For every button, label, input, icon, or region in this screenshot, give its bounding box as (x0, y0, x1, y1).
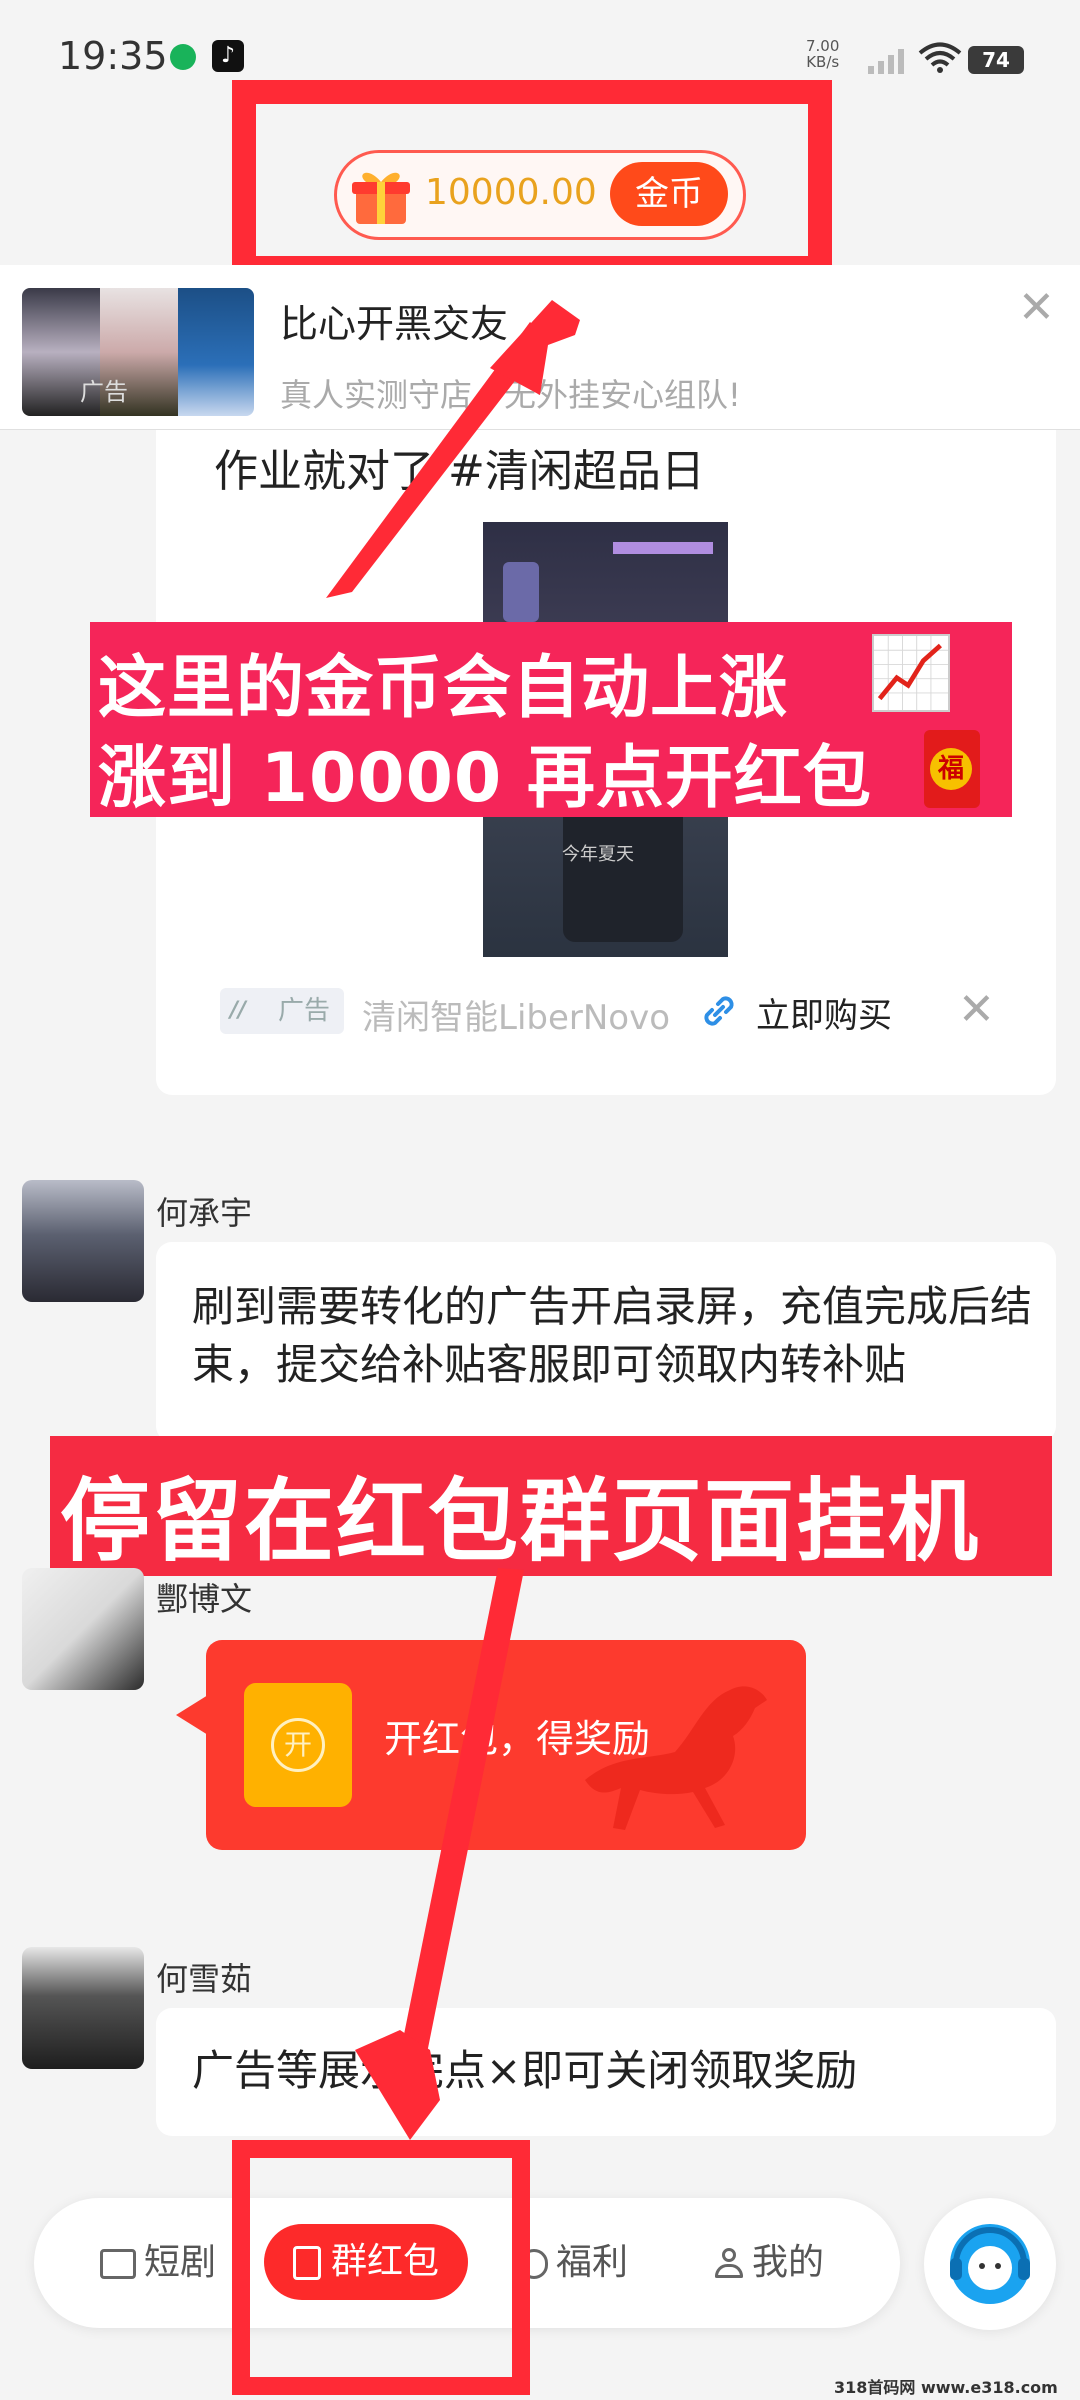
nav-label: 我的 (752, 2242, 825, 2283)
network-speed: 7.00 KB/s (806, 38, 839, 70)
network-speed-value: 7.00 (806, 37, 840, 55)
video-caption: 今年夏天 (562, 844, 634, 865)
tiktok-icon: ♪ (212, 40, 244, 72)
message-text: 广告等展示完点×即可关闭领取奖励 (192, 2046, 858, 2095)
feed-ad-text: 作业就对了 #清闲超品日 (214, 446, 705, 497)
status-time: 19:35 (58, 34, 168, 78)
message-text: 刷到需要转化的广告开启录屏，充值完成后结束，提交给补贴客服即可领取内转补贴 (192, 1282, 1033, 1389)
red-envelope-icon: 福 (924, 730, 980, 808)
film-icon (100, 2249, 136, 2279)
ad-thumbnail (178, 288, 254, 416)
annotation-line: 涨到 10000 再点开红包 (98, 739, 872, 818)
nav-highlight-box (232, 2140, 530, 2395)
red-packet-label: 开红包，得奖励 (384, 1717, 651, 1761)
sender-name: 酆博文 (156, 1580, 253, 1618)
headset-icon (950, 2224, 1030, 2304)
buy-now-link[interactable]: 立即购买 (756, 988, 892, 1037)
signal-icon (868, 49, 904, 74)
video-lamp (503, 562, 539, 622)
wifi-icon (918, 42, 962, 73)
sender-name: 何雪茹 (156, 1960, 253, 1998)
red-packet-icon[interactable]: 开 (244, 1683, 352, 1807)
top-ad-subtitle: 真人实测守店，无外挂安心组队! (280, 376, 741, 414)
nav-item-short-drama[interactable]: 短剧 (100, 2238, 216, 2288)
video-light (613, 542, 713, 554)
customer-service-button[interactable] (924, 2198, 1056, 2330)
avatar[interactable] (22, 1180, 144, 1302)
top-ad-title[interactable]: 比心开黑交友 (280, 293, 508, 348)
nav-item-welfare[interactable]: 福利 (520, 2238, 628, 2288)
top-ad-label: 广告 (80, 378, 128, 406)
nav-label: 短剧 (144, 2242, 217, 2283)
coin-highlight-box (232, 80, 832, 280)
user-icon (714, 2248, 744, 2280)
fu-character: 福 (930, 748, 972, 790)
chart-up-icon (872, 634, 950, 712)
app-notification-icon (170, 44, 196, 70)
watermark: 318首码网 www.e318.com (834, 2378, 1058, 2397)
ad-brand: 清闲智能LiberNovo (362, 998, 671, 1038)
network-speed-unit: KB/s (806, 53, 840, 71)
close-icon[interactable]: ✕ (958, 984, 995, 1035)
battery-icon: 74 (968, 46, 1024, 74)
annotation-text: 停留在红包群页面挂机 (60, 1469, 980, 1574)
nav-label: 福利 (556, 2242, 629, 2283)
avatar[interactable] (22, 1947, 144, 2069)
top-ad-thumbnails[interactable] (22, 288, 254, 416)
link-icon (704, 996, 734, 1026)
annotation-line: 这里的金币会自动上涨 (98, 649, 789, 728)
close-icon[interactable]: ✕ (1018, 282, 1055, 333)
open-character: 开 (271, 1718, 325, 1772)
red-packet-tail (176, 1695, 208, 1735)
ad-tag-icon: // (230, 998, 247, 1023)
sender-name: 何承宇 (156, 1194, 253, 1232)
avatar[interactable] (22, 1568, 144, 1690)
nav-item-mine[interactable]: 我的 (714, 2238, 824, 2288)
